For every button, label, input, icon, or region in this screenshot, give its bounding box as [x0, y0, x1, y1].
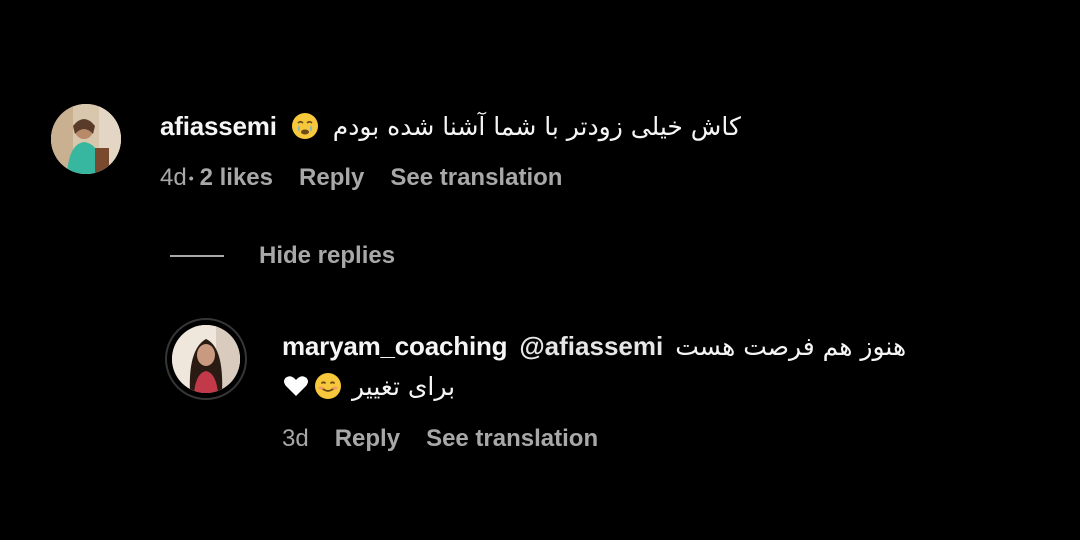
reply-body-line1: maryam_coaching @afiassemi هنوز هم فرصت …: [282, 326, 906, 366]
reply-button[interactable]: Reply: [299, 164, 364, 192]
comment-text: کاش خیلی زودتر با شما آشنا شده بودم: [332, 111, 741, 141]
reply-timestamp[interactable]: 3d: [282, 425, 309, 453]
white-heart-icon: [282, 372, 310, 400]
see-translation-button[interactable]: See translation: [390, 164, 562, 192]
reply-text-line1: هنوز هم فرصت هست: [675, 331, 907, 361]
crying-face-icon: [291, 112, 319, 140]
hide-replies-button[interactable]: Hide replies: [170, 240, 395, 272]
separator-dot-icon: •: [188, 170, 194, 186]
reply-avatar-ring[interactable]: [165, 318, 247, 400]
avatar-photo: [172, 325, 240, 393]
reply-body-line2: برای تغییر: [282, 366, 455, 406]
reply-meta: 3d Reply See translation: [282, 423, 598, 455]
reply-to-reply-button[interactable]: Reply: [335, 425, 400, 453]
hide-replies-label: Hide replies: [259, 242, 396, 269]
commenter-username[interactable]: afiassemi: [160, 111, 277, 142]
comments-thread: afiassemi کاش خیلی زودتر با شما آشنا شده…: [0, 0, 1080, 540]
comment-likes[interactable]: 2 likes: [200, 164, 273, 192]
avatar-photo: [51, 104, 121, 174]
reply-text-line2: برای تغییر: [352, 371, 456, 401]
smiling-face-icon: [314, 372, 342, 400]
comment-body: afiassemi کاش خیلی زودتر با شما آشنا شده…: [160, 104, 741, 148]
replies-divider: [170, 255, 224, 257]
mention-link[interactable]: @afiassemi: [519, 331, 663, 362]
reply-username[interactable]: maryam_coaching: [282, 331, 508, 362]
comment-meta: 4d • 2 likes Reply See translation: [160, 162, 562, 194]
reply-see-translation-button[interactable]: See translation: [426, 425, 598, 453]
commenter-avatar[interactable]: [51, 104, 121, 174]
comment-timestamp[interactable]: 4d: [160, 164, 187, 192]
reply-avatar: [172, 325, 240, 393]
